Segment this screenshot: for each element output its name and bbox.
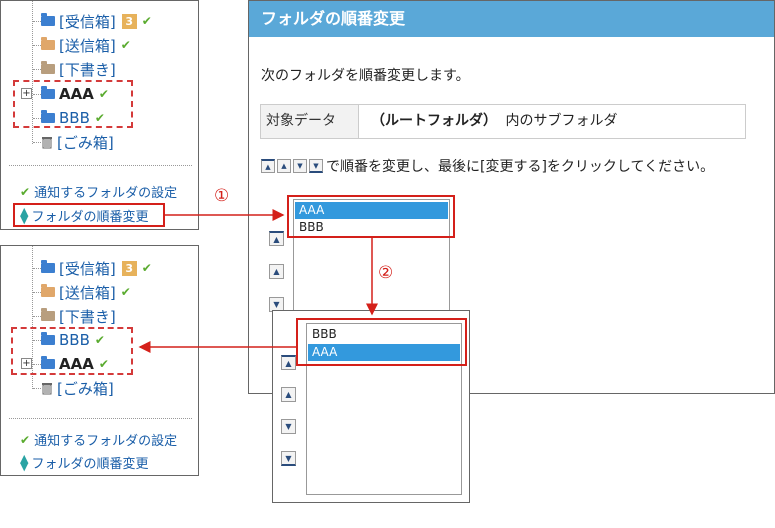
move-top-icon: ▲ bbox=[261, 159, 275, 173]
highlight-list-after bbox=[296, 318, 467, 366]
check-icon: ✔ bbox=[120, 38, 131, 52]
step-1-label: ① bbox=[214, 186, 230, 206]
step-2-label: ② bbox=[378, 263, 394, 283]
check-icon: ✔ bbox=[20, 432, 31, 447]
move-bottom-icon: ▼ bbox=[309, 159, 323, 173]
notify-folders-label: 通知するフォルダの設定 bbox=[34, 434, 178, 449]
folder-label: [受信箱] bbox=[59, 259, 116, 278]
folder-label: [ごみ箱] bbox=[57, 379, 114, 398]
folder-label: [下書き] bbox=[59, 307, 116, 326]
reorder-folders-link[interactable]: ▲ ▼ フォルダの順番変更 bbox=[20, 451, 149, 473]
highlight-list-before bbox=[287, 195, 455, 238]
folder-icon bbox=[41, 308, 55, 321]
check-icon: ✔ bbox=[141, 261, 152, 275]
folder-label: [受信箱] bbox=[59, 12, 116, 31]
move-up-icon: ▲ bbox=[277, 159, 291, 173]
check-icon: ✔ bbox=[20, 184, 31, 199]
check-icon: ✔ bbox=[120, 285, 131, 299]
move-bottom-button[interactable]: ▼ bbox=[281, 451, 296, 466]
highlight-bbb-aaa-after bbox=[11, 327, 133, 375]
check-icon: ✔ bbox=[141, 14, 152, 28]
instruction-text: で順番を変更し、最後に[変更する]をクリックしてください。 bbox=[326, 159, 715, 175]
folder-item-sent[interactable]: [送信箱] ✔ bbox=[41, 34, 131, 56]
move-up-button[interactable]: ▲ bbox=[269, 264, 284, 279]
folder-icon bbox=[41, 13, 55, 26]
target-data-value: （ルートフォルダ） 内のサブフォルダ bbox=[359, 105, 617, 138]
highlight-aaa-bbb-before bbox=[13, 80, 133, 128]
move-top-button[interactable]: ▲ bbox=[269, 231, 284, 246]
folder-item-inbox[interactable]: [受信箱] 3 ✔ bbox=[41, 10, 152, 32]
dialog-intro: 次のフォルダを順番変更します。 bbox=[261, 68, 470, 84]
move-down-button[interactable]: ▼ bbox=[281, 419, 296, 434]
folder-icon bbox=[41, 284, 55, 297]
trash-icon bbox=[41, 135, 53, 149]
root-folder-label: （ルートフォルダ） bbox=[371, 113, 497, 129]
folder-label: [送信箱] bbox=[59, 283, 116, 302]
folder-item-inbox[interactable]: [受信箱] 3 ✔ bbox=[41, 257, 152, 279]
folder-label: [送信箱] bbox=[59, 36, 116, 55]
move-top-button[interactable]: ▲ bbox=[281, 355, 296, 370]
move-down-icon: ▼ bbox=[293, 159, 307, 173]
folder-icon bbox=[41, 260, 55, 273]
move-up-button[interactable]: ▲ bbox=[281, 387, 296, 402]
folder-label: [ごみ箱] bbox=[57, 133, 114, 152]
dialog-title: フォルダの順番変更 bbox=[249, 1, 774, 37]
reorder-folders-label: フォルダの順番変更 bbox=[31, 457, 149, 472]
unread-badge: 3 bbox=[121, 260, 137, 276]
trash-icon bbox=[41, 381, 53, 395]
target-data-table: 対象データ （ルートフォルダ） 内のサブフォルダ bbox=[260, 104, 746, 139]
notify-folders-link[interactable]: ✔ 通知するフォルダの設定 bbox=[20, 182, 178, 202]
notify-folders-label: 通知するフォルダの設定 bbox=[34, 186, 178, 201]
folder-item-drafts[interactable]: [下書き] bbox=[41, 305, 116, 327]
folder-icon bbox=[41, 37, 55, 50]
target-data-label: 対象データ bbox=[261, 105, 359, 138]
folder-item-trash[interactable]: [ごみ箱] bbox=[41, 377, 114, 399]
highlight-reorder-link bbox=[13, 203, 165, 227]
instruction-row: ▲ ▲ ▼ ▼ で順番を変更し、最後に[変更する]をクリックしてください。 bbox=[261, 156, 714, 176]
folder-item-drafts[interactable]: [下書き] bbox=[41, 58, 116, 80]
subfolder-label: 内のサブフォルダ bbox=[505, 113, 618, 129]
unread-badge: 3 bbox=[121, 13, 137, 29]
folder-label: [下書き] bbox=[59, 60, 116, 79]
reorder-icon: ▲ ▼ bbox=[20, 451, 29, 473]
folder-icon bbox=[41, 61, 55, 74]
folder-item-trash[interactable]: [ごみ箱] bbox=[41, 131, 114, 153]
folder-item-sent[interactable]: [送信箱] ✔ bbox=[41, 281, 131, 303]
notify-folders-link[interactable]: ✔ 通知するフォルダの設定 bbox=[20, 430, 178, 450]
